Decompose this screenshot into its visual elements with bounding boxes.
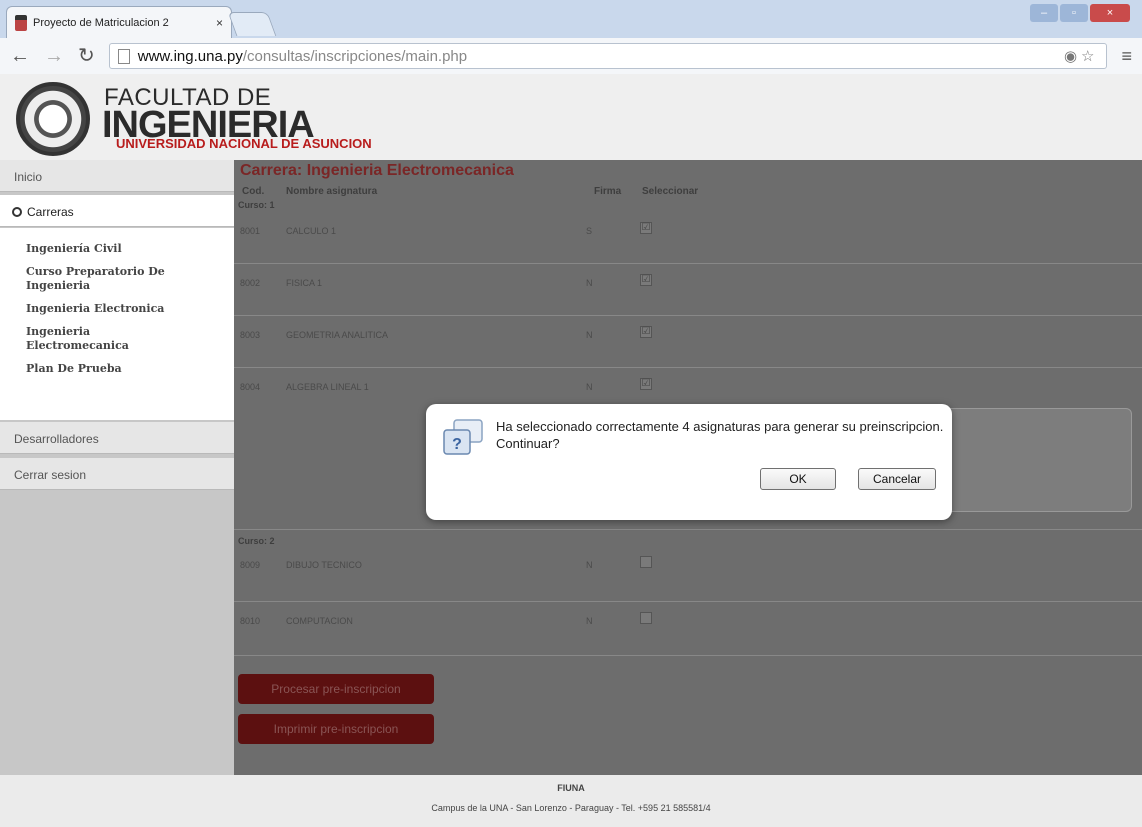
process-preinscription-button[interactable]: Procesar pre-inscripcion: [238, 674, 434, 704]
cell-cod: 8002: [240, 278, 261, 288]
career-link-civil[interactable]: Ingeniería Civil: [26, 242, 196, 256]
sidebar-item-label: Cerrar sesion: [14, 468, 87, 482]
cell-name: FISICA 1: [286, 278, 323, 288]
select-checkbox[interactable]: [640, 556, 652, 568]
select-checkbox[interactable]: ☑: [640, 326, 652, 338]
browser-tab[interactable]: Proyecto de Matriculacion 2 ×: [6, 6, 232, 38]
favicon-icon: [15, 14, 27, 31]
menu-icon[interactable]: ≡: [1121, 46, 1132, 67]
career-link-electronica[interactable]: Ingenieria Electronica: [26, 302, 196, 316]
forward-arrow-icon[interactable]: →: [44, 46, 64, 66]
career-link-preparatorio[interactable]: Curso Preparatorio De Ingenieria: [26, 265, 196, 293]
sidebar-item-cerrar-sesion[interactable]: Cerrar sesion: [0, 458, 234, 490]
sidebar-item-carreras[interactable]: Carreras: [0, 195, 234, 227]
cell-firma: N: [586, 616, 593, 626]
new-tab-button[interactable]: [227, 12, 277, 36]
svg-text:?: ?: [452, 436, 462, 453]
course-label: Curso: 1: [238, 200, 275, 210]
page-icon: [117, 48, 130, 64]
cell-name: GEOMETRIA ANALITICA: [286, 330, 389, 340]
minimize-button[interactable]: –: [1030, 4, 1058, 22]
maximize-button[interactable]: ▫: [1060, 4, 1088, 22]
print-preinscription-button[interactable]: Imprimir pre-inscripcion: [238, 714, 434, 744]
bookmark-star-icon[interactable]: ◉☆: [1064, 47, 1099, 65]
select-checkbox[interactable]: ☑: [640, 274, 652, 286]
cell-cod: 8003: [240, 330, 261, 340]
footer-text: Campus de la UNA - San Lorenzo - Paragua…: [431, 803, 711, 813]
cell-firma: N: [586, 560, 593, 570]
address-bar[interactable]: www.ing.una.py/consultas/inscripciones/m…: [108, 43, 1108, 69]
tab-close-icon[interactable]: ×: [216, 16, 223, 30]
cell-cod: 8001: [240, 226, 261, 236]
reload-icon[interactable]: ↻: [78, 46, 95, 66]
sidebar-item-inicio[interactable]: Inicio: [0, 160, 234, 192]
cell-name: ALGEBRA LINEAL 1: [286, 382, 369, 392]
select-checkbox[interactable]: ☑: [640, 378, 652, 390]
sidebar-item-desarrolladores[interactable]: Desarrolladores: [0, 422, 234, 454]
radio-dot-icon: [12, 207, 22, 217]
cell-firma: S: [586, 226, 593, 236]
tab-title: Proyecto de Matriculacion 2: [33, 16, 169, 29]
url-host: www.ing.una.py: [137, 47, 243, 65]
table-row: 8002 FISICA 1 N ☑: [234, 266, 1142, 316]
career-link-electromecanica[interactable]: Ingenieria Electromecanica: [26, 325, 196, 353]
career-list: Ingeniería Civil Curso Preparatorio De I…: [0, 228, 234, 420]
site-header: FACULTAD DE INGENIERIA UNIVERSIDAD NACIO…: [0, 74, 1142, 160]
footer-title: FIUNA: [557, 783, 585, 793]
url-path: /consultas/inscripciones/main.php: [242, 47, 468, 65]
cell-name: CALCULO 1: [286, 226, 337, 236]
cell-name: COMPUTACION: [286, 616, 353, 626]
column-header-firma: Firma: [594, 186, 622, 197]
close-window-button[interactable]: ×: [1090, 4, 1130, 22]
sidebar-item-label: Desarrolladores: [14, 432, 99, 446]
select-checkbox[interactable]: ☑: [640, 222, 652, 234]
career-link-plan-prueba[interactable]: Plan De Prueba: [26, 362, 196, 376]
table-row: 8003 GEOMETRIA ANALITICA N ☑: [234, 318, 1142, 368]
university-seal-logo: [16, 82, 90, 156]
course-label: Curso: 2: [238, 536, 275, 546]
table-row: 8010 COMPUTACION N: [234, 604, 1142, 656]
footer: FIUNA Campus de la UNA - San Lorenzo - P…: [0, 775, 1142, 827]
cell-firma: N: [586, 278, 593, 288]
column-header-cod: Cod.: [242, 186, 265, 197]
browser-chrome: Proyecto de Matriculacion 2 × – ▫ × ← → …: [0, 0, 1142, 74]
table-row: 8009 DIBUJO TECNICO N: [234, 548, 1142, 602]
confirm-dialog: ? Ha seleccionado correctamente 4 asigna…: [426, 404, 952, 520]
back-arrow-icon[interactable]: ←: [10, 46, 30, 66]
cell-firma: N: [586, 330, 593, 340]
window-controls: – ▫ ×: [1030, 4, 1130, 22]
cancel-button[interactable]: Cancelar: [858, 468, 936, 490]
cell-name: DIBUJO TECNICO: [286, 560, 362, 570]
cell-cod: 8009: [240, 560, 261, 570]
column-header-name: Nombre asignatura: [286, 186, 378, 197]
question-icon: ?: [443, 419, 483, 455]
column-header-select: Seleccionar: [642, 186, 699, 197]
logo-text-university: UNIVERSIDAD NACIONAL DE ASUNCION: [116, 136, 372, 151]
dialog-message: Ha seleccionado correctamente 4 asignatu…: [496, 419, 944, 451]
sidebar: Inicio Carreras Ingeniería Civil Curso P…: [0, 160, 234, 775]
cell-firma: N: [586, 382, 593, 392]
sidebar-item-label: Inicio: [14, 170, 43, 184]
navigation-bar: ← → ↻ www.ing.una.py/consultas/inscripci…: [0, 38, 1142, 74]
sidebar-item-label: Carreras: [27, 205, 74, 219]
table-row: 8001 CALCULO 1 S ☑: [234, 214, 1142, 264]
ok-button[interactable]: OK: [760, 468, 836, 490]
cell-cod: 8010: [240, 616, 261, 626]
page-title: Carrera: Ingenieria Electromecanica: [240, 162, 514, 179]
cell-cod: 8004: [240, 382, 261, 392]
table-header: Cod. Nombre asignatura Firma Seleccionar: [240, 184, 1140, 202]
select-checkbox[interactable]: [640, 612, 652, 624]
